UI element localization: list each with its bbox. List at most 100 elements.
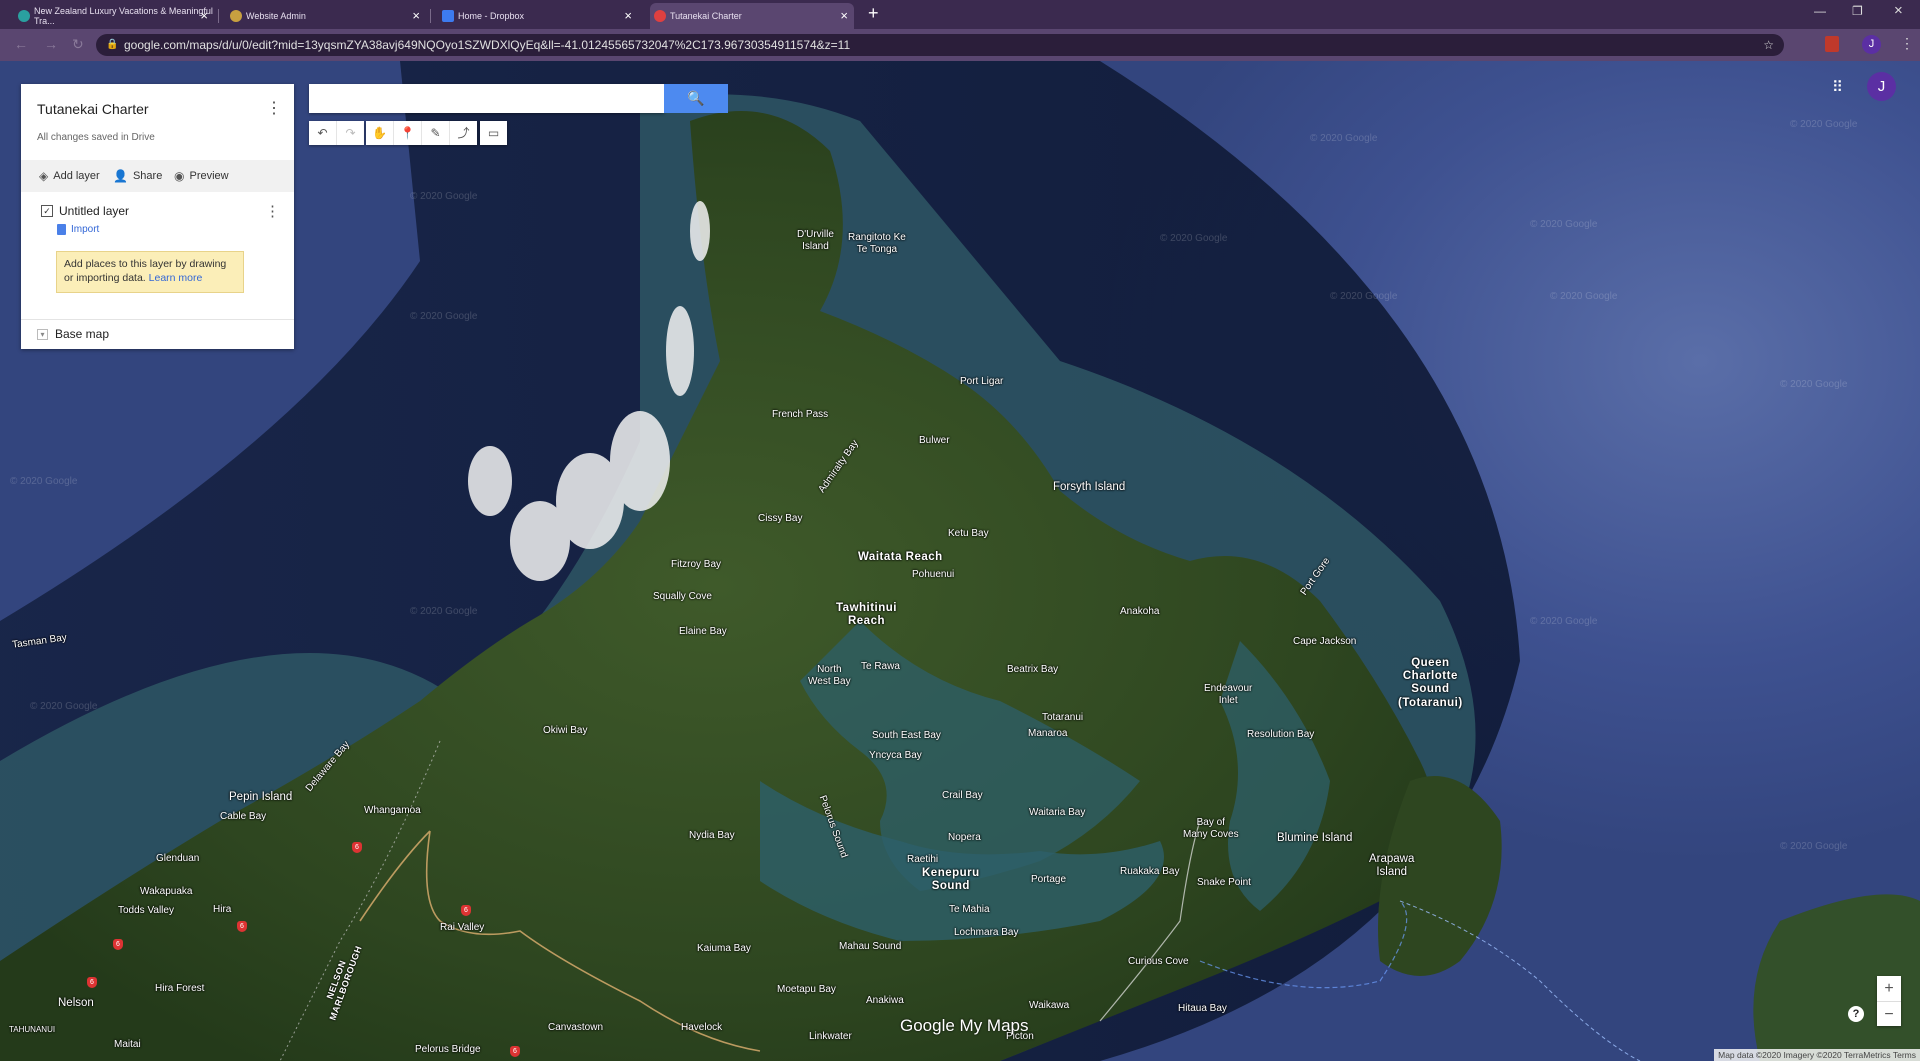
google-watermark: © 2020 Google bbox=[1780, 379, 1848, 390]
google-watermark: © 2020 Google bbox=[1530, 219, 1598, 230]
google-apps-grid-icon[interactable]: ⠿ bbox=[1832, 78, 1843, 96]
back-arrow-icon[interactable]: ← bbox=[14, 36, 28, 52]
hand-icon[interactable]: ✋ bbox=[366, 121, 394, 145]
map-label: Crail Bay bbox=[942, 790, 983, 801]
map-label: Totaranui bbox=[1042, 712, 1084, 723]
base-map-toggle[interactable]: ▾ Base map bbox=[37, 327, 109, 341]
map-options-menu-icon[interactable]: ⋮ bbox=[266, 98, 282, 118]
google-watermark: © 2020 Google bbox=[1790, 119, 1858, 130]
search-icon: 🔍 bbox=[687, 90, 705, 106]
browser-tab-bar: New Zealand Luxury Vacations & Meaningfu… bbox=[0, 0, 1920, 29]
layer-visibility-checkbox[interactable]: ✓ bbox=[41, 205, 53, 217]
map-label: Linkwater bbox=[809, 1031, 852, 1042]
highway-6-shield: 6 bbox=[510, 1046, 520, 1057]
bookmark-star-icon[interactable]: ☆ bbox=[1763, 34, 1774, 56]
map-label: TAHUNANUI bbox=[9, 1025, 56, 1034]
browser-menu-icon[interactable]: ⋮ bbox=[1900, 35, 1914, 52]
map-label: Cable Bay bbox=[220, 811, 267, 822]
history-toolbar: ↶ ↷ bbox=[309, 121, 364, 145]
tab-tutanekai-charter[interactable]: Tutanekai Charter × bbox=[650, 3, 854, 29]
eye-icon: ◉ bbox=[174, 169, 185, 183]
address-bar-row: 🔒 google.com/maps/d/u/0/edit?mid=13yqsmZ… bbox=[0, 29, 1920, 61]
tab-dropbox[interactable]: Home - Dropbox × bbox=[438, 3, 638, 29]
map-label: Cape Jackson bbox=[1293, 636, 1357, 647]
lock-icon: 🔒 bbox=[106, 39, 119, 50]
map-label: Hira bbox=[213, 904, 232, 915]
share-button[interactable]: 👤 Share bbox=[113, 169, 162, 183]
close-tab-icon[interactable]: × bbox=[412, 8, 420, 23]
map-label: Te Mahia bbox=[949, 904, 990, 915]
url-field[interactable]: 🔒 google.com/maps/d/u/0/edit?mid=13yqsmZ… bbox=[96, 34, 1784, 56]
map-label: Okiwi Bay bbox=[543, 725, 588, 736]
google-watermark: © 2020 Google bbox=[410, 311, 478, 322]
tab-nz-vacations[interactable]: New Zealand Luxury Vacations & Meaningfu… bbox=[14, 3, 214, 29]
import-link[interactable]: Import bbox=[57, 224, 99, 235]
map-label: Beatrix Bay bbox=[1007, 664, 1059, 675]
highway-6-shield: 6 bbox=[87, 977, 97, 988]
close-tab-icon[interactable]: × bbox=[840, 8, 848, 23]
new-tab-plus-icon[interactable]: + bbox=[868, 3, 879, 24]
map-label: French Pass bbox=[772, 409, 829, 420]
map-label: Portage bbox=[1031, 874, 1067, 885]
directions-icon[interactable]: ⤴ bbox=[450, 121, 477, 145]
tab-title: Tutanekai Charter bbox=[670, 11, 742, 21]
redo-icon[interactable]: ↷ bbox=[337, 121, 364, 145]
tab-title: Home - Dropbox bbox=[458, 11, 525, 21]
pdf-extension-icon[interactable] bbox=[1825, 36, 1839, 52]
close-window-icon[interactable]: × bbox=[1894, 2, 1903, 19]
layer-name[interactable]: Untitled layer bbox=[59, 204, 129, 218]
map-label: Rangitoto Ke Te Tonga bbox=[848, 232, 906, 255]
layer-options-menu-icon[interactable]: ⋮ bbox=[265, 202, 280, 220]
ruler-icon[interactable]: ▭ bbox=[480, 121, 507, 145]
map-label: Rai Valley bbox=[440, 922, 485, 933]
map-label: Havelock bbox=[681, 1022, 723, 1033]
map-label: Pelorus Bridge bbox=[415, 1044, 481, 1055]
import-label: Import bbox=[71, 224, 100, 235]
zoom-in-button[interactable]: + bbox=[1877, 976, 1901, 1002]
map-attribution[interactable]: Map data ©2020 Imagery ©2020 TerraMetric… bbox=[1714, 1049, 1920, 1061]
map-label: Ruakaka Bay bbox=[1120, 866, 1180, 877]
close-tab-icon[interactable]: × bbox=[624, 8, 632, 23]
marker-icon[interactable]: 📍 bbox=[394, 121, 422, 145]
add-layer-button[interactable]: ◈ Add layer bbox=[39, 169, 100, 183]
chevron-down-icon: ▾ bbox=[37, 328, 48, 340]
reload-icon[interactable]: ↻ bbox=[72, 36, 84, 53]
tab-title: New Zealand Luxury Vacations & Meaningfu… bbox=[34, 6, 213, 26]
map-label: North West Bay bbox=[808, 664, 851, 687]
preview-button[interactable]: ◉ Preview bbox=[174, 169, 229, 183]
map-label: South East Bay bbox=[872, 730, 941, 741]
map-title[interactable]: Tutanekai Charter bbox=[37, 101, 149, 117]
map-label: Ketu Bay bbox=[948, 528, 989, 539]
maps-pin-favicon-icon bbox=[654, 10, 666, 22]
forward-arrow-icon[interactable]: → bbox=[44, 36, 58, 52]
map-label: Lochmara Bay bbox=[954, 927, 1019, 938]
google-watermark: © 2020 Google bbox=[10, 476, 78, 487]
map-label: Kenepuru Sound bbox=[922, 867, 980, 893]
map-label: Resolution Bay bbox=[1247, 729, 1315, 740]
map-label: Nelson bbox=[58, 997, 94, 1009]
map-label: Blumine Island bbox=[1277, 832, 1353, 844]
highway-6-shield: 6 bbox=[113, 939, 123, 950]
restore-window-icon[interactable]: ❐ bbox=[1852, 4, 1863, 18]
map-label: Tawhitinui Reach bbox=[836, 602, 898, 628]
minimize-window-icon[interactable]: — bbox=[1814, 4, 1826, 18]
map-label: Whangamoa bbox=[364, 805, 421, 816]
search-input[interactable] bbox=[309, 84, 664, 113]
help-icon[interactable]: ? bbox=[1848, 1006, 1864, 1022]
tab-website-admin[interactable]: Website Admin × bbox=[226, 3, 426, 29]
map-label: Endeavour Inlet bbox=[1204, 683, 1253, 706]
learn-more-link[interactable]: Learn more bbox=[149, 272, 203, 284]
profile-avatar[interactable]: J bbox=[1862, 35, 1881, 54]
account-avatar[interactable]: J bbox=[1867, 72, 1896, 101]
map-label: Kaiuma Bay bbox=[697, 943, 751, 954]
divider bbox=[21, 319, 294, 320]
undo-icon[interactable]: ↶ bbox=[309, 121, 337, 145]
zoom-out-button[interactable]: − bbox=[1877, 1002, 1901, 1027]
map-label: Bay of Many Coves bbox=[1183, 817, 1239, 840]
google-watermark: © 2020 Google bbox=[1550, 291, 1618, 302]
draw-line-icon[interactable]: ✎ bbox=[422, 121, 450, 145]
document-icon bbox=[57, 224, 66, 235]
highway-6-shield: 6 bbox=[461, 905, 471, 916]
close-tab-icon[interactable]: × bbox=[200, 8, 208, 23]
search-button[interactable]: 🔍 bbox=[664, 84, 728, 113]
